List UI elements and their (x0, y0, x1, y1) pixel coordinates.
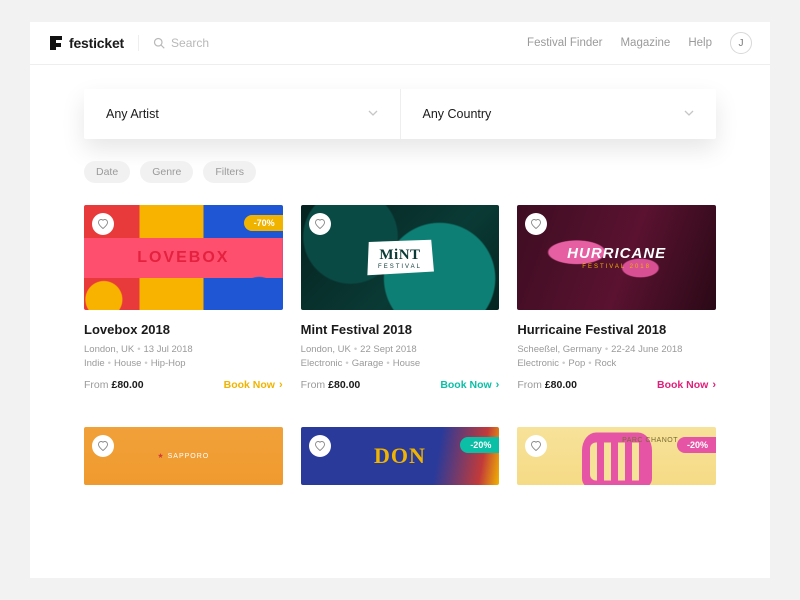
nav-magazine[interactable]: Magazine (620, 37, 670, 49)
content: Any Artist Any Country Date Genre Filter… (30, 65, 770, 485)
festival-card[interactable]: HURRICANE FESTIVAL 2018 Hurricaine Festi… (517, 205, 716, 391)
festival-card[interactable]: MiNT FESTIVAL Mint Festival 2018 London,… (301, 205, 500, 391)
card-price: From£80.00 (517, 379, 577, 391)
card-meta-line1: London, UK•22 Sept 2018 (301, 344, 500, 355)
avatar-initial: J (739, 38, 744, 49)
heart-icon (314, 218, 326, 230)
country-dropdown-label: Any Country (423, 107, 492, 121)
header: festicket Festival Finder Magazine Help … (30, 22, 770, 65)
chip-date[interactable]: Date (84, 161, 130, 183)
artist-dropdown[interactable]: Any Artist (84, 89, 401, 139)
card-grid: -70% LOVEBOX Lovebox 2018 London, UK•13 … (84, 205, 716, 391)
brand-name: festicket (69, 35, 124, 51)
card-image: MiNT FESTIVAL (301, 205, 500, 310)
festival-card[interactable]: -20% PARC CHANOT (517, 427, 716, 485)
chevron-right-icon: › (712, 379, 716, 391)
filter-chips: Date Genre Filters (84, 161, 716, 183)
heart-icon (530, 440, 542, 452)
card-art-title: MiNT FESTIVAL (366, 239, 434, 276)
card-grid-row2: SAPPORO -20% DON -20% (84, 427, 716, 485)
artist-dropdown-label: Any Artist (106, 107, 159, 121)
chevron-down-icon (684, 107, 694, 121)
search-input[interactable] (171, 36, 291, 50)
chip-genre[interactable]: Genre (140, 161, 193, 183)
card-meta-line1: Scheeßel, Germany•22-24 June 2018 (517, 344, 716, 355)
chevron-down-icon (368, 107, 378, 121)
card-art-title: SAPPORO (157, 452, 209, 460)
book-now-button[interactable]: Book Now› (224, 379, 283, 391)
card-image: -70% LOVEBOX (84, 205, 283, 310)
heart-icon (97, 440, 109, 452)
nav-help[interactable]: Help (688, 37, 712, 49)
nav-festival-finder[interactable]: Festival Finder (527, 37, 602, 49)
book-now-button[interactable]: Book Now› (440, 379, 499, 391)
card-body: Lovebox 2018 London, UK•13 Jul 2018 Indi… (84, 310, 283, 391)
chevron-right-icon: › (496, 379, 500, 391)
search-icon (153, 37, 165, 49)
brand-mark-icon (48, 35, 64, 51)
header-nav: Festival Finder Magazine Help J (527, 32, 752, 54)
card-art-title: LOVEBOX (137, 249, 229, 267)
chevron-right-icon: › (279, 379, 283, 391)
favorite-button[interactable] (309, 213, 331, 235)
brand-logo[interactable]: festicket (48, 35, 139, 51)
card-title: Hurricaine Festival 2018 (517, 322, 716, 337)
card-title: Mint Festival 2018 (301, 322, 500, 337)
card-image: -20% DON (301, 427, 500, 485)
chip-filters[interactable]: Filters (203, 161, 256, 183)
card-image: HURRICANE FESTIVAL 2018 (517, 205, 716, 310)
card-title: Lovebox 2018 (84, 322, 283, 337)
favorite-button[interactable] (525, 213, 547, 235)
book-now-button[interactable]: Book Now› (657, 379, 716, 391)
country-dropdown[interactable]: Any Country (401, 89, 717, 139)
card-meta-line2: Electronic•Pop•Rock (517, 358, 716, 369)
card-art-title: DON (374, 443, 426, 469)
favorite-button[interactable] (92, 213, 114, 235)
festival-card[interactable]: -20% DON (301, 427, 500, 485)
card-body: Hurricaine Festival 2018 Scheeßel, Germa… (517, 310, 716, 391)
heart-icon (530, 218, 542, 230)
card-image: SAPPORO (84, 427, 283, 485)
app-frame: festicket Festival Finder Magazine Help … (30, 22, 770, 578)
favorite-button[interactable] (525, 435, 547, 457)
heart-icon (97, 218, 109, 230)
card-meta-line2: Electronic•Garage•House (301, 358, 500, 369)
filter-dropdowns: Any Artist Any Country (84, 89, 716, 139)
card-art-title: HURRICANE FESTIVAL 2018 (567, 245, 666, 270)
favorite-button[interactable] (92, 435, 114, 457)
card-price: From£80.00 (301, 379, 361, 391)
avatar[interactable]: J (730, 32, 752, 54)
discount-badge: -20% (677, 437, 716, 453)
card-price: From£80.00 (84, 379, 144, 391)
festival-card[interactable]: SAPPORO (84, 427, 283, 485)
search[interactable] (153, 36, 291, 50)
card-art-title: PARC CHANOT (622, 437, 678, 444)
card-image: -20% PARC CHANOT (517, 427, 716, 485)
heart-icon (314, 440, 326, 452)
discount-badge: -70% (244, 215, 283, 231)
discount-badge: -20% (460, 437, 499, 453)
card-body: Mint Festival 2018 London, UK•22 Sept 20… (301, 310, 500, 391)
card-meta-line2: Indie•House•Hip-Hop (84, 358, 283, 369)
favorite-button[interactable] (309, 435, 331, 457)
card-meta-line1: London, UK•13 Jul 2018 (84, 344, 283, 355)
festival-card[interactable]: -70% LOVEBOX Lovebox 2018 London, UK•13 … (84, 205, 283, 391)
